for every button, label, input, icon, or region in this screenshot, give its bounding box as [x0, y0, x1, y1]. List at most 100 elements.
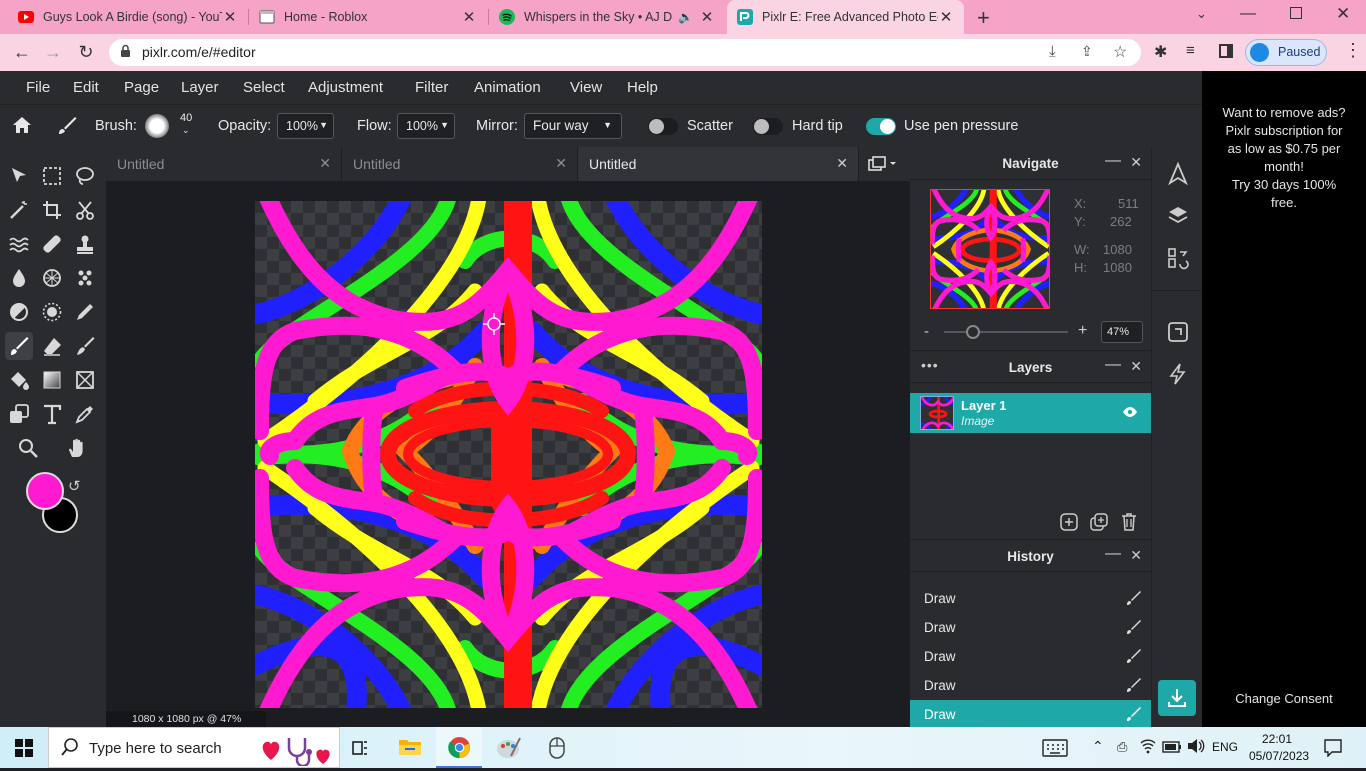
clone-stamp-tool[interactable] [71, 230, 99, 258]
taskbar-search-box[interactable]: Type here to search [48, 727, 340, 768]
browser-tab-pixlr[interactable]: Pixlr E: Free Advanced Photo Editor ✕ [727, 0, 964, 34]
zoom-slider[interactable] [944, 325, 1068, 339]
history-item[interactable]: Draw [910, 584, 1151, 613]
fullscreen-icon[interactable] [1166, 320, 1190, 344]
mouse-icon[interactable] [549, 737, 565, 764]
address-bar[interactable]: pixlr.com/e/#editor ⤓ ⇪ ☆ [109, 39, 1141, 66]
paint-icon[interactable] [496, 736, 522, 765]
browser-tab-roblox[interactable]: Home - Roblox ✕ [249, 0, 487, 34]
change-consent-link[interactable]: Change Consent [1202, 690, 1366, 708]
layer-shape-tool[interactable] [5, 400, 33, 428]
close-icon[interactable]: ✕ [836, 155, 848, 172]
eyedropper-tool[interactable] [71, 400, 99, 428]
chrome-taskbar-button[interactable] [436, 727, 482, 768]
new-tab-icon[interactable]: + [977, 5, 990, 31]
menu-view[interactable]: View [570, 79, 602, 96]
primary-color-swatch[interactable] [26, 472, 64, 510]
reload-icon[interactable]: ↻ [75, 42, 97, 63]
more-menu-icon[interactable]: ⋮ [1344, 40, 1362, 61]
network-icon[interactable] [1140, 738, 1156, 759]
menu-page[interactable]: Page [124, 79, 159, 96]
trash-icon[interactable] [1121, 513, 1137, 536]
extensions-icon[interactable]: ✱ [1154, 42, 1167, 62]
layer-row[interactable]: Layer 1 Image [910, 393, 1151, 433]
chevron-up-icon[interactable]: ⌃ [1092, 738, 1104, 755]
duplicate-layer-icon[interactable] [1090, 513, 1108, 536]
notification-icon[interactable] [1324, 739, 1342, 762]
save-button[interactable] [1158, 680, 1196, 716]
minimize-panel-icon[interactable]: — [1105, 152, 1121, 170]
restore-icon[interactable] [1290, 7, 1302, 19]
mirror-select[interactable]: Four way ▼ [524, 113, 622, 139]
task-view-icon[interactable] [350, 738, 370, 763]
heal-tool[interactable] [38, 230, 66, 258]
pixelate-tool[interactable] [71, 264, 99, 292]
marquee-tool[interactable] [38, 162, 66, 190]
lasso-tool[interactable] [71, 162, 99, 190]
menu-select[interactable]: Select [243, 79, 285, 96]
text-tool[interactable] [38, 400, 66, 428]
clock-time[interactable]: 22:01 [1262, 732, 1292, 746]
picker-tool[interactable] [71, 298, 99, 326]
swap-colors-icon[interactable]: ↺ [68, 477, 81, 495]
history-icon[interactable] [1166, 246, 1190, 270]
menu-filter[interactable]: Filter [415, 79, 448, 96]
crop-tool[interactable] [38, 196, 66, 224]
history-item[interactable]: Draw [910, 642, 1151, 671]
navigator-icon[interactable] [1166, 161, 1190, 186]
scatter-toggle[interactable] [648, 118, 678, 135]
profile-button[interactable]: Paused [1245, 39, 1327, 66]
fill-tool[interactable] [5, 366, 33, 394]
close-icon[interactable]: ✕ [938, 8, 954, 26]
window-arrange-icon[interactable] [868, 156, 898, 177]
back-icon[interactable]: ← [11, 42, 33, 63]
temperature-tool[interactable] [38, 298, 66, 326]
history-item[interactable]: Draw [910, 671, 1151, 700]
dodge-burn-tool[interactable] [5, 298, 33, 326]
pen-pressure-toggle[interactable] [866, 118, 896, 135]
close-panel-icon[interactable]: ✕ [1130, 547, 1142, 564]
minimize-panel-icon[interactable]: — [1105, 545, 1121, 563]
meet-icon[interactable]: ⎙ [1117, 739, 1127, 755]
hard-tip-toggle[interactable] [753, 118, 783, 135]
add-layer-icon[interactable] [1060, 513, 1078, 536]
sponge-tool[interactable] [38, 264, 66, 292]
menu-layer[interactable]: Layer [181, 79, 219, 96]
clock-date[interactable]: 05/07/2023 [1249, 749, 1309, 763]
install-icon[interactable]: ⤓ [1049, 43, 1056, 60]
history-item[interactable]: Draw [910, 613, 1151, 642]
window-close-icon[interactable]: ✕ [1336, 4, 1350, 24]
navigator-thumbnail[interactable] [930, 189, 1050, 309]
document-tab[interactable]: Untitled ✕ [342, 147, 578, 181]
cutout-tool[interactable] [71, 196, 99, 224]
media-control-icon[interactable]: ≡ [1186, 42, 1195, 59]
document-tab[interactable]: Untitled ✕ [106, 147, 342, 181]
speaker-icon[interactable]: 🔈 [678, 10, 693, 24]
windows-start-icon[interactable] [15, 739, 33, 762]
home-icon[interactable] [11, 115, 33, 140]
keyboard-icon[interactable] [1042, 739, 1068, 762]
pen-tool[interactable] [71, 332, 99, 360]
layers-icon[interactable] [1166, 204, 1190, 228]
liquify-tool[interactable] [5, 230, 33, 258]
tab-search-icon[interactable]: ⌄ [1196, 6, 1207, 22]
menu-adjustment[interactable]: Adjustment [308, 79, 383, 96]
hand-tool[interactable] [63, 434, 91, 462]
zoom-tool[interactable] [14, 434, 42, 462]
draw-tool[interactable] [5, 332, 33, 360]
document-tab-active[interactable]: Untitled ✕ [578, 147, 859, 181]
menu-edit[interactable]: Edit [73, 79, 99, 96]
language-indicator[interactable]: ENG [1212, 740, 1238, 754]
zoom-slider-handle[interactable] [965, 325, 980, 339]
zoom-input[interactable]: 47% [1101, 321, 1143, 343]
close-panel-icon[interactable]: ✕ [1130, 358, 1142, 375]
gradient-tool[interactable] [38, 366, 66, 394]
share-icon[interactable]: ⇪ [1081, 43, 1093, 60]
arrange-tool[interactable] [5, 162, 33, 190]
chevron-down-icon[interactable]: ⌄ [182, 125, 190, 136]
forward-icon[interactable]: → [42, 42, 64, 63]
flow-select[interactable]: 100% ▼ [397, 113, 455, 139]
menu-file[interactable]: File [26, 79, 50, 96]
bookmark-star-icon[interactable]: ☆ [1113, 42, 1127, 62]
wand-tool[interactable] [5, 196, 33, 224]
